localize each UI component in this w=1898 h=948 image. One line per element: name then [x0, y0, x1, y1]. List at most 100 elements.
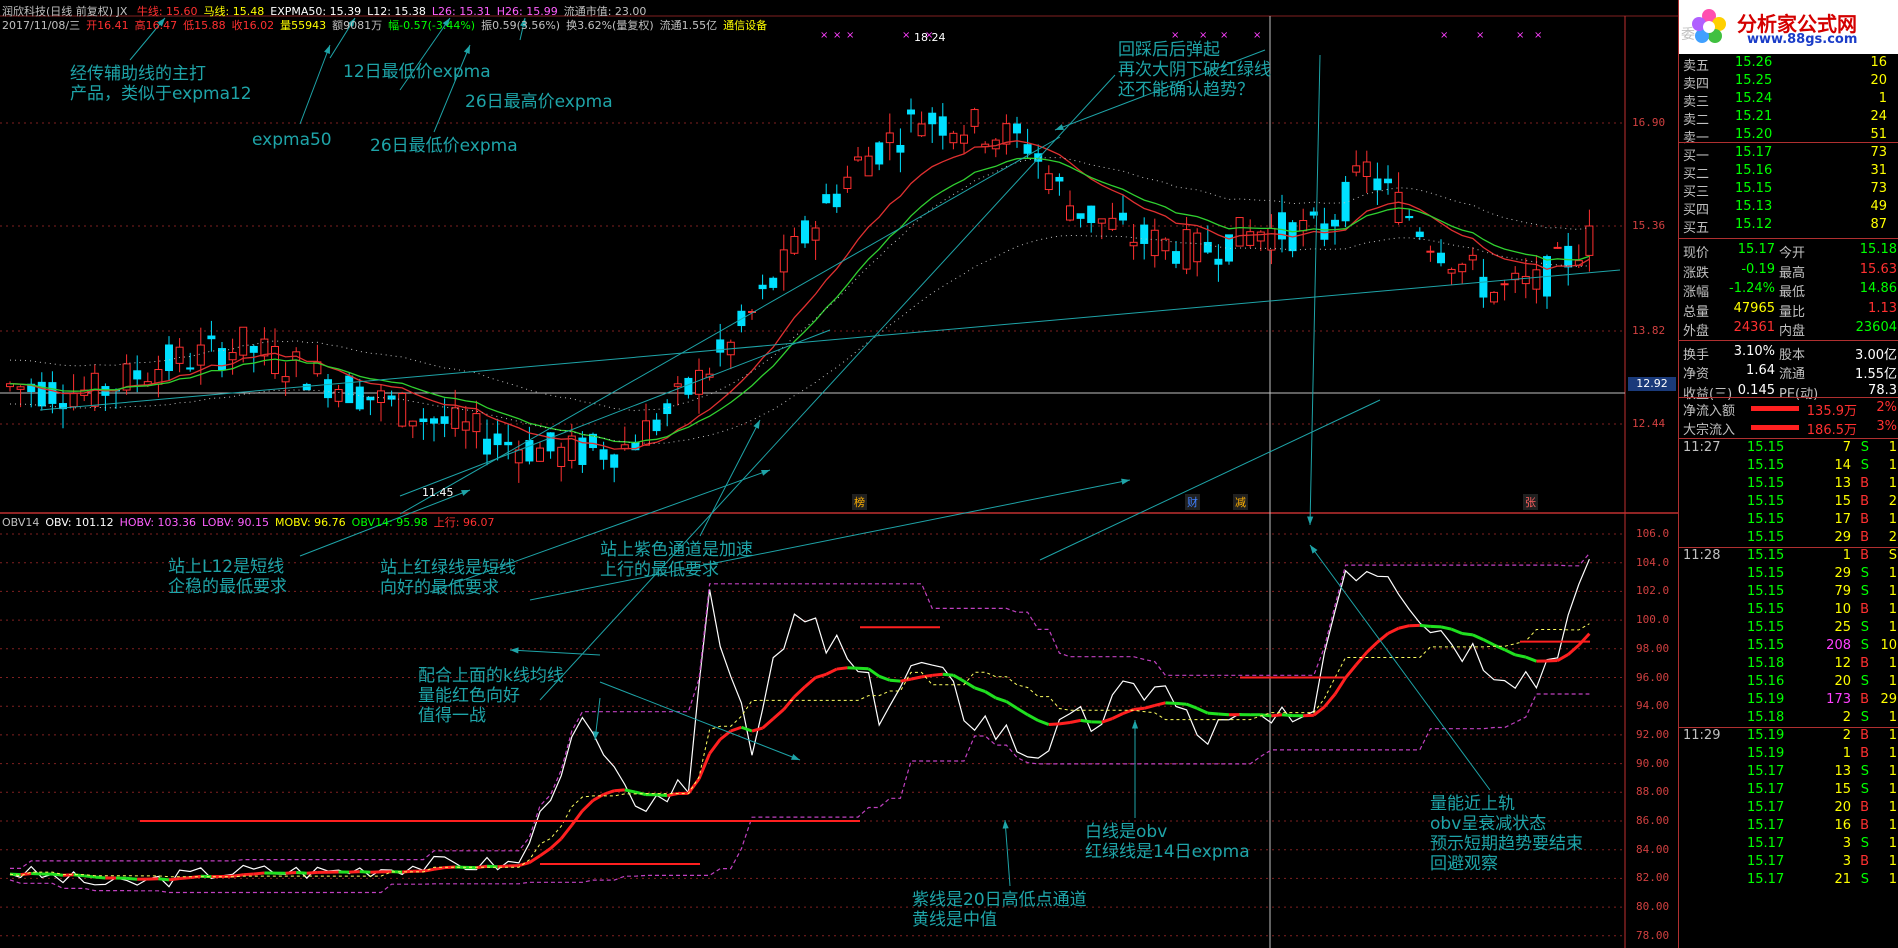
- candle: [811, 220, 820, 260]
- tick-volume: 2: [1842, 728, 1851, 743]
- tick-price: 15.19: [1747, 692, 1785, 707]
- kline-chart-area[interactable]: × × × × × × × × × × × × × 润欣科技(日线 前复权) JX 牛线: 15.60 马…: [0, 0, 1678, 948]
- obv-field: 上行: 96.07: [433, 516, 495, 529]
- tick-volume: 15: [1834, 782, 1851, 797]
- tick-row: 15.15 14 S 1: [1679, 458, 1898, 476]
- tick-side: S: [1860, 458, 1869, 473]
- tick-side: S: [1860, 782, 1869, 797]
- tick-side: B: [1860, 746, 1869, 761]
- candle: [1002, 114, 1011, 155]
- tick-side: B: [1860, 692, 1869, 707]
- tick-price: 15.15: [1747, 512, 1785, 527]
- stat-value: 1.64: [1746, 363, 1775, 378]
- annotation-note: 紫线是20日高低点通道 黄线是中值: [912, 890, 1087, 930]
- candle: [1278, 194, 1286, 253]
- tick-volume: 3: [1842, 854, 1851, 869]
- order-price: 15.17: [1735, 145, 1773, 160]
- annotation-line: 配合上面的k线均线: [418, 666, 564, 686]
- candle: [1405, 208, 1414, 221]
- stat-value: -0.19: [1741, 261, 1775, 277]
- candle: [1352, 150, 1361, 177]
- candle: [1458, 262, 1467, 284]
- tick-row: 15.19 173 B 29: [1679, 692, 1898, 710]
- candle: [6, 381, 14, 392]
- candle: [1468, 247, 1477, 271]
- tick-price: 15.15: [1747, 548, 1785, 563]
- tick-count: 1: [1888, 440, 1897, 455]
- tick-count: 1: [1888, 458, 1897, 473]
- candle: [1193, 228, 1202, 277]
- tick-price: 15.19: [1747, 728, 1785, 743]
- event-mark[interactable]: 减: [1233, 494, 1248, 510]
- tick-row: 15.15 25 S 1: [1679, 620, 1898, 638]
- order-book-row: 卖四 15.25 20: [1679, 72, 1898, 92]
- tick-row: 15.15 29 B 2: [1679, 530, 1898, 548]
- tick-row: 15.19 1 B 1: [1679, 746, 1898, 764]
- candle: [101, 383, 110, 411]
- annotation-line: 还不能确认趋势？: [1118, 80, 1254, 100]
- candle: [907, 98, 915, 133]
- stat-row: 总量 47965 量比 1.13: [1679, 300, 1898, 320]
- tick-volume: 7: [1842, 440, 1851, 455]
- tick-price: 15.15: [1747, 620, 1785, 635]
- annotation-line: 紫线是20日高低点通道: [912, 890, 1087, 910]
- event-mark[interactable]: 财: [1185, 494, 1200, 510]
- candle: [885, 113, 894, 161]
- obv-tick: 100.0: [1636, 613, 1670, 627]
- tick-side: B: [1860, 602, 1869, 617]
- tick-volume: 29: [1834, 530, 1851, 545]
- tick-side: B: [1860, 494, 1869, 509]
- tick-volume: 16: [1834, 818, 1851, 833]
- candle: [1214, 244, 1223, 282]
- annotation-note: 站上紫色通道是加速 上行的最低要求: [600, 540, 753, 580]
- annotation-note: expma50: [252, 130, 332, 150]
- tick-side: S: [1860, 584, 1869, 599]
- obv-tick: 106.0: [1636, 527, 1670, 540]
- annotation-line: 产品，类似于expma12: [70, 84, 252, 104]
- tick-price: 15.17: [1747, 818, 1785, 833]
- tick-row: 11:29 15.19 2 B 1: [1679, 728, 1898, 746]
- obv-tick: 96.00: [1636, 670, 1670, 684]
- tick-row: 15.17 16 B 1: [1679, 818, 1898, 836]
- tick-side: B: [1860, 656, 1869, 671]
- order-price: 15.16: [1735, 163, 1773, 178]
- order-volume: 87: [1870, 217, 1887, 232]
- stat-value: 15.18: [1859, 242, 1897, 257]
- obv-tick: 94.00: [1636, 699, 1670, 713]
- annotation-line: 上行的最低要求: [600, 560, 719, 580]
- event-mark[interactable]: 张: [1523, 494, 1538, 510]
- obv-field: LOBV: 90.15: [202, 516, 269, 529]
- tick-volume: 173: [1826, 692, 1851, 707]
- candle: [514, 440, 523, 483]
- annotation-line: 值得一战: [418, 706, 486, 726]
- tick-side: B: [1860, 818, 1869, 833]
- candle: [1553, 242, 1562, 249]
- obv-field: OBV: 101.12: [45, 516, 114, 529]
- logo-url: www.88gs.com: [1747, 32, 1858, 47]
- candle: [48, 371, 57, 414]
- order-level-label: 买五: [1683, 221, 1710, 236]
- tick-row: 15.15 13 B 1: [1679, 476, 1898, 494]
- event-mark[interactable]: 榜: [852, 494, 867, 510]
- svg-text:×: ×: [902, 30, 910, 41]
- candle: [122, 354, 131, 395]
- stat-label: 涨跌: [1683, 265, 1710, 281]
- candle: [1108, 202, 1117, 232]
- candle: [1362, 150, 1371, 194]
- stat-value: -1.24%: [1729, 281, 1775, 296]
- tick-side: S: [1860, 764, 1869, 779]
- candle: [832, 184, 841, 213]
- candle: [1256, 230, 1265, 251]
- stat-value: 1.55亿: [1855, 367, 1897, 382]
- quote-field: 额9081万: [332, 19, 383, 32]
- low-price-label: 11.45: [422, 486, 454, 499]
- annotation-note: 配合上面的k线均线 量能红色向好 值得一战: [418, 666, 564, 726]
- stat-label: 今开: [1779, 246, 1806, 261]
- tick-row: 15.17 13 S 1: [1679, 764, 1898, 782]
- stat-label: 现价: [1683, 246, 1710, 261]
- divider: [1679, 340, 1898, 341]
- flower-icon: [1692, 9, 1726, 43]
- tick-price: 15.15: [1747, 584, 1785, 599]
- candle: [1013, 116, 1021, 148]
- price-tick: 15.36: [1632, 219, 1666, 232]
